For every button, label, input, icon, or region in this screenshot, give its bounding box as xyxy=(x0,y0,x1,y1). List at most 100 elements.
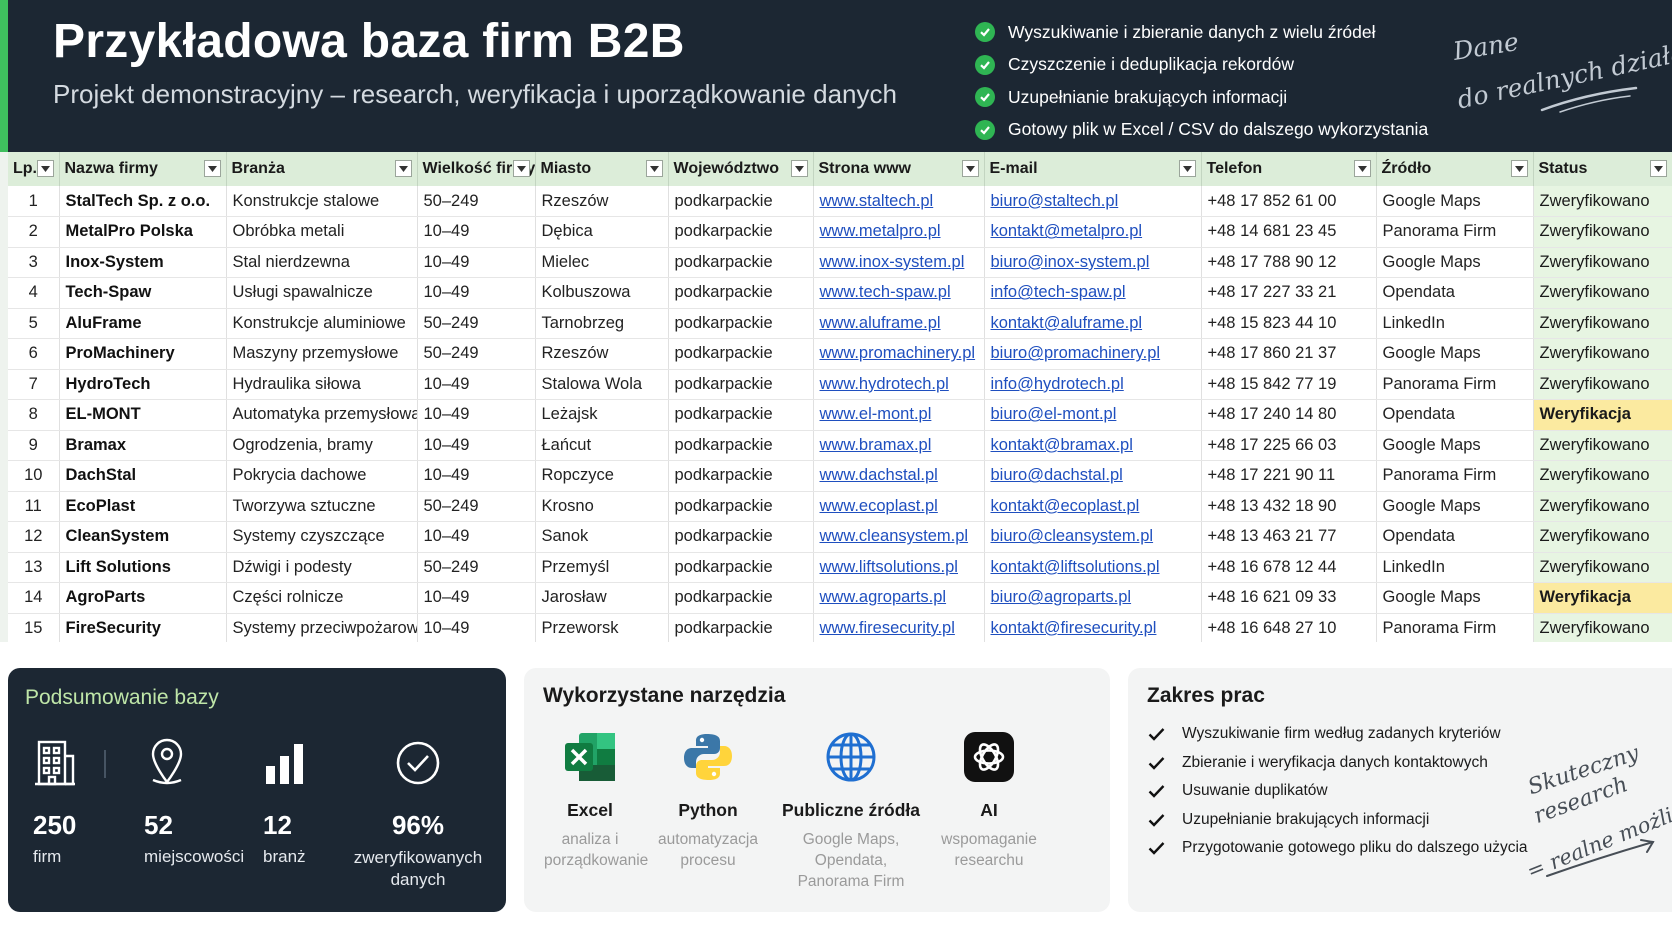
cell-industry: Części rolnicze xyxy=(226,582,418,614)
check-icon xyxy=(975,87,995,108)
cell-source: Google Maps xyxy=(1376,582,1534,614)
cell-lp: 2 xyxy=(8,216,60,248)
filter-dropdown-icon[interactable] xyxy=(790,160,808,177)
stat-locations: 52 miejscowości xyxy=(144,734,264,867)
filter-dropdown-icon[interactable] xyxy=(512,160,530,177)
column-header-industry[interactable]: Branża xyxy=(226,152,418,186)
tool-description: automatyzacja procesu xyxy=(658,831,758,869)
column-header-source[interactable]: Źródło xyxy=(1376,152,1534,186)
filter-dropdown-icon[interactable] xyxy=(1510,160,1528,177)
cell-source: Opendata xyxy=(1376,521,1534,553)
table-row: 1 StalTech Sp. z o.o. Konstrukcje stalowe 5… xyxy=(8,186,1672,217)
table-row: 12 CleanSystem Systemy czyszczące 10–49 Sano… xyxy=(8,521,1672,553)
cell-company-name: EL-MONT xyxy=(59,399,227,431)
cell-size: 50–249 xyxy=(417,491,536,522)
website-link[interactable]: www.dachstal.pl xyxy=(813,460,985,492)
website-link[interactable]: www.firesecurity.pl xyxy=(813,613,985,642)
filter-dropdown-icon[interactable] xyxy=(394,160,412,177)
website-link[interactable]: www.liftsolutions.pl xyxy=(813,552,985,583)
email-link[interactable]: biuro@el-mont.pl xyxy=(984,399,1202,431)
website-link[interactable]: www.metalpro.pl xyxy=(813,216,985,248)
cell-city: Mielec xyxy=(535,247,669,278)
cell-lp: 5 xyxy=(8,308,60,339)
scope-item: Zbieranie i weryfikacja danych kontaktow… xyxy=(1148,749,1528,778)
cell-phone: +48 17 852 61 00 xyxy=(1201,186,1377,217)
cell-city: Rzeszów xyxy=(535,338,669,370)
cell-voivodeship: podkarpackie xyxy=(668,277,814,309)
cell-size: 10–49 xyxy=(417,399,536,431)
website-link[interactable]: www.ecoplast.pl xyxy=(813,491,985,522)
email-link[interactable]: biuro@dachstal.pl xyxy=(984,460,1202,492)
cell-size: 10–49 xyxy=(417,216,536,248)
cell-size: 10–49 xyxy=(417,369,536,400)
website-link[interactable]: www.hydrotech.pl xyxy=(813,369,985,400)
page-title: Przykładowa baza firm B2B xyxy=(53,15,685,68)
website-link[interactable]: www.aluframe.pl xyxy=(813,308,985,339)
cell-lp: 14 xyxy=(8,582,60,614)
email-link[interactable]: biuro@agroparts.pl xyxy=(984,582,1202,614)
website-link[interactable]: www.el-mont.pl xyxy=(813,399,985,431)
email-link[interactable]: info@hydrotech.pl xyxy=(984,369,1202,400)
column-header-label: Miasto xyxy=(540,160,592,177)
cell-city: Krosno xyxy=(535,491,669,522)
email-link[interactable]: kontakt@metalpro.pl xyxy=(984,216,1202,248)
column-header-website[interactable]: Strona www xyxy=(813,152,985,186)
website-link[interactable]: www.inox-system.pl xyxy=(813,247,985,278)
email-link[interactable]: kontakt@bramax.pl xyxy=(984,430,1202,461)
cell-size: 10–49 xyxy=(417,613,536,642)
email-link[interactable]: biuro@inox-system.pl xyxy=(984,247,1202,278)
swoosh-decoration xyxy=(1540,86,1638,113)
website-link[interactable]: www.staltech.pl xyxy=(813,186,985,217)
website-link[interactable]: www.promachinery.pl xyxy=(813,338,985,370)
column-header-voivodeship[interactable]: Województwo xyxy=(668,152,814,186)
cell-city: Przeworsk xyxy=(535,613,669,642)
column-header-size[interactable]: Wielkość firmy xyxy=(417,152,536,186)
column-header-status[interactable]: Status xyxy=(1533,152,1672,186)
filter-dropdown-icon[interactable] xyxy=(1649,160,1667,177)
column-header-phone[interactable]: Telefon xyxy=(1201,152,1377,186)
summary-title: Podsumowanie bazy xyxy=(25,686,219,709)
email-link[interactable]: biuro@promachinery.pl xyxy=(984,338,1202,370)
website-link[interactable]: www.cleansystem.pl xyxy=(813,521,985,553)
email-link[interactable]: kontakt@ecoplast.pl xyxy=(984,491,1202,522)
filter-dropdown-icon[interactable] xyxy=(36,160,54,177)
column-header-city[interactable]: Miasto xyxy=(535,152,669,186)
email-link[interactable]: kontakt@liftsolutions.pl xyxy=(984,552,1202,583)
cell-size: 10–49 xyxy=(417,247,536,278)
email-link[interactable]: kontakt@aluframe.pl xyxy=(984,308,1202,339)
filter-dropdown-icon[interactable] xyxy=(1178,160,1196,177)
filter-dropdown-icon[interactable] xyxy=(961,160,979,177)
website-link[interactable]: www.agroparts.pl xyxy=(813,582,985,614)
cell-source: Google Maps xyxy=(1376,430,1534,461)
scope-title: Zakres prac xyxy=(1147,684,1265,707)
page-subtitle: Projekt demonstracyjny – research, weryf… xyxy=(53,79,897,109)
column-header-email[interactable]: E-mail xyxy=(984,152,1202,186)
email-link[interactable]: info@tech-spaw.pl xyxy=(984,277,1202,309)
cell-size: 10–49 xyxy=(417,582,536,614)
building-icon xyxy=(35,740,75,786)
email-link[interactable]: biuro@cleansystem.pl xyxy=(984,521,1202,553)
cell-industry: Automatyka przemysłowa xyxy=(226,399,418,431)
cell-phone: +48 15 823 44 10 xyxy=(1201,308,1377,339)
check-icon xyxy=(975,119,995,140)
website-link[interactable]: www.bramax.pl xyxy=(813,430,985,461)
cell-lp: 11 xyxy=(8,491,60,522)
data-table-container[interactable]: Lp. Nazwa firmy Branża Wielkość firmy Miasto… xyxy=(0,152,1672,642)
status-badge: Zweryfikowano xyxy=(1533,247,1672,278)
filter-dropdown-icon[interactable] xyxy=(1353,160,1371,177)
cell-voivodeship: podkarpackie xyxy=(668,430,814,461)
email-link[interactable]: kontakt@firesecurity.pl xyxy=(984,613,1202,642)
cell-source: Opendata xyxy=(1376,277,1534,309)
filter-dropdown-icon[interactable] xyxy=(645,160,663,177)
cell-phone: +48 14 681 23 45 xyxy=(1201,216,1377,248)
column-header-company-name[interactable]: Nazwa firmy xyxy=(59,152,227,186)
cell-voivodeship: podkarpackie xyxy=(668,308,814,339)
email-link[interactable]: biuro@staltech.pl xyxy=(984,186,1202,217)
filter-dropdown-icon[interactable] xyxy=(203,160,221,177)
table-body: 1 StalTech Sp. z o.o. Konstrukcje stalowe 5… xyxy=(8,186,1672,642)
cell-source: Panorama Firm xyxy=(1376,460,1534,492)
globe-icon xyxy=(826,732,876,782)
column-header-lp[interactable]: Lp. xyxy=(8,152,60,186)
website-link[interactable]: www.tech-spaw.pl xyxy=(813,277,985,309)
check-icon xyxy=(975,54,995,75)
